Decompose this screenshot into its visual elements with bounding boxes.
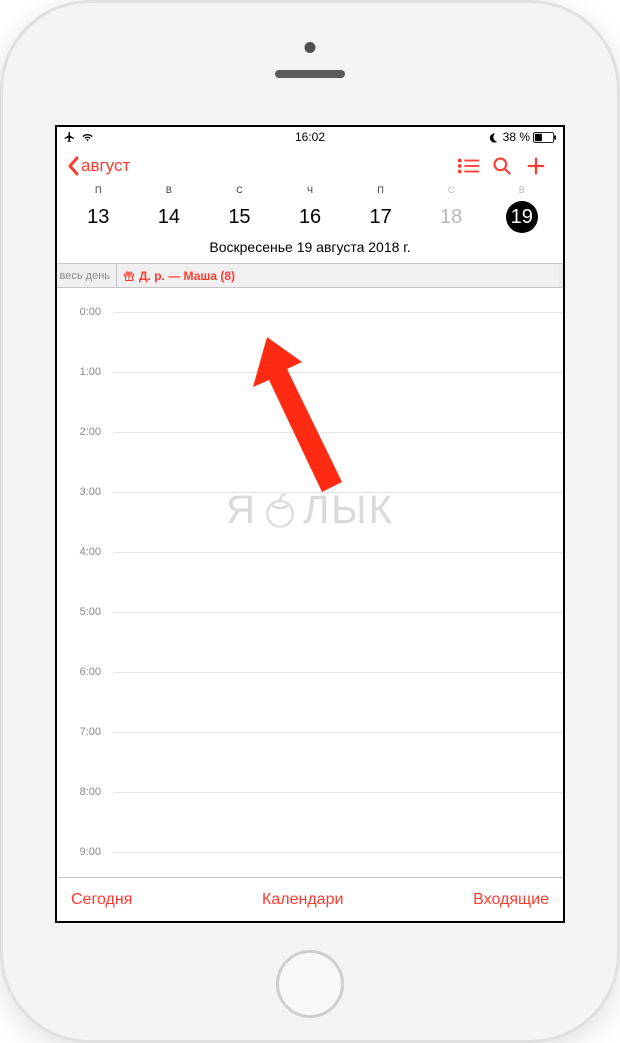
- back-button[interactable]: август: [67, 156, 130, 176]
- hour-label: 0:00: [57, 306, 107, 318]
- week-header: П13В14С15Ч16П17С18В19: [57, 185, 563, 233]
- selected-date-label: Воскресенье 19 августа 2018 г.: [57, 233, 563, 264]
- hour-line: [113, 612, 563, 613]
- hour-row: 4:00: [57, 552, 563, 612]
- gift-icon: [123, 270, 135, 282]
- hour-row: 9:00: [57, 852, 563, 877]
- weekday-abbr: С: [204, 185, 275, 195]
- day-column[interactable]: С 15: [204, 185, 275, 233]
- event-title: Д. р. — Маша (8): [139, 269, 235, 283]
- home-button[interactable]: [276, 950, 344, 1018]
- hour-label: 6:00: [57, 666, 107, 678]
- hour-row: 3:00: [57, 492, 563, 552]
- all-day-row: весь день Д. р. — Маша (8): [57, 264, 563, 288]
- hour-line: [113, 792, 563, 793]
- hour-row: 2:00: [57, 432, 563, 492]
- hour-line: [113, 732, 563, 733]
- weekday-abbr: П: [63, 185, 134, 195]
- hour-row: 5:00: [57, 612, 563, 672]
- hour-row: 6:00: [57, 672, 563, 732]
- weekday-abbr: Ч: [275, 185, 346, 195]
- do-not-disturb-icon: [489, 132, 500, 143]
- day-column[interactable]: С 18: [416, 185, 487, 233]
- hour-label: 5:00: [57, 606, 107, 618]
- battery-icon: [533, 132, 557, 143]
- day-number: 18: [416, 201, 487, 233]
- hour-row: 7:00: [57, 732, 563, 792]
- hour-row: 8:00: [57, 792, 563, 852]
- day-column[interactable]: В 19: [486, 185, 557, 233]
- hour-line: [113, 432, 563, 433]
- add-icon[interactable]: [519, 155, 553, 177]
- day-number: 16: [275, 201, 346, 233]
- hour-line: [113, 312, 563, 313]
- navigation-bar: август: [57, 147, 563, 185]
- day-number: 14: [134, 201, 205, 233]
- day-number: 13: [63, 201, 134, 233]
- day-column[interactable]: Ч 16: [275, 185, 346, 233]
- phone-camera: [305, 42, 316, 53]
- day-number: 19: [506, 201, 538, 233]
- list-view-icon[interactable]: [451, 157, 485, 175]
- search-icon[interactable]: [485, 156, 519, 176]
- weekday-abbr: В: [486, 185, 557, 195]
- hour-label: 7:00: [57, 726, 107, 738]
- hour-label: 1:00: [57, 366, 107, 378]
- hour-label: 8:00: [57, 786, 107, 798]
- back-label: август: [81, 156, 130, 176]
- hour-row: 0:00: [57, 312, 563, 372]
- wifi-icon: [80, 132, 95, 143]
- weekday-abbr: С: [416, 185, 487, 195]
- battery-percent: 38 %: [503, 130, 530, 144]
- hour-label: 3:00: [57, 486, 107, 498]
- today-button[interactable]: Сегодня: [71, 891, 132, 909]
- weekday-abbr: П: [345, 185, 416, 195]
- status-time: 16:02: [295, 130, 325, 144]
- phone-speaker: [275, 70, 345, 78]
- day-number: 15: [204, 201, 275, 233]
- phone-frame: 16:02 38 % август: [0, 0, 620, 1043]
- hour-label: 2:00: [57, 426, 107, 438]
- hour-line: [113, 492, 563, 493]
- hour-line: [113, 552, 563, 553]
- day-column[interactable]: П 17: [345, 185, 416, 233]
- hour-line: [113, 852, 563, 853]
- hour-line: [113, 672, 563, 673]
- bottom-toolbar: Сегодня Календари Входящие: [57, 877, 563, 921]
- hour-line: [113, 372, 563, 373]
- hour-row: 1:00: [57, 372, 563, 432]
- airplane-mode-icon: [63, 131, 76, 143]
- hour-label: 4:00: [57, 546, 107, 558]
- day-number: 17: [345, 201, 416, 233]
- inbox-button[interactable]: Входящие: [473, 891, 549, 909]
- all-day-label: весь день: [57, 264, 117, 287]
- calendars-button[interactable]: Календари: [262, 891, 343, 909]
- day-column[interactable]: П 13: [63, 185, 134, 233]
- weekday-abbr: В: [134, 185, 205, 195]
- screen: 16:02 38 % август: [55, 125, 565, 923]
- status-bar: 16:02 38 %: [57, 127, 563, 147]
- day-column[interactable]: В 14: [134, 185, 205, 233]
- hour-label: 9:00: [57, 846, 107, 858]
- timeline[interactable]: Я ЛЫК 0:001:002:003:004:005:006:007:008:…: [57, 288, 563, 877]
- all-day-event[interactable]: Д. р. — Маша (8): [117, 264, 563, 287]
